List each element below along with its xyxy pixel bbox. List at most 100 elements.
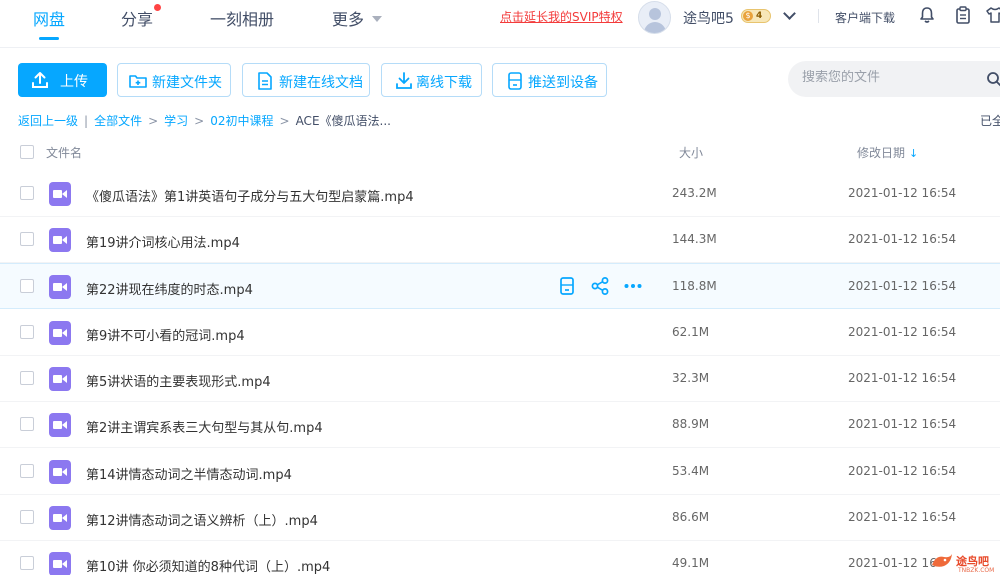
column-header-name[interactable]: 文件名 (46, 144, 82, 161)
row-checkbox[interactable] (20, 510, 34, 524)
breadcrumb-junior-course[interactable]: 02初中课程 (210, 114, 273, 128)
table-row[interactable]: 第14讲情态动词之半情态动词.mp4 53.4M 2021-01-12 16:5… (0, 449, 1000, 495)
new-online-doc-label: 新建在线文档 (279, 75, 363, 91)
more-icon[interactable] (623, 276, 643, 296)
table-row[interactable]: 第2讲主谓宾系表三大句型与其从句.mp4 88.9M 2021-01-12 16… (0, 402, 1000, 448)
search-input[interactable] (802, 70, 982, 85)
file-name[interactable]: 第5讲状语的主要表现形式.mp4 (86, 371, 271, 390)
avatar[interactable] (638, 1, 671, 34)
tab-netdisk[interactable]: 网盘 (33, 6, 66, 40)
breadcrumb-separator: > (194, 114, 205, 128)
svip-renew-link[interactable]: 点击延长我的SVIP特权 (500, 8, 623, 25)
video-file-icon (49, 367, 71, 391)
column-header-modified[interactable]: 修改日期 ↓ (857, 144, 918, 161)
row-checkbox[interactable] (20, 417, 34, 431)
tab-more[interactable]: 更多 (332, 6, 383, 30)
video-file-icon (49, 182, 71, 206)
file-name[interactable]: 第19讲介词核心用法.mp4 (86, 232, 240, 251)
breadcrumb-back[interactable]: 返回上一级 (18, 114, 78, 128)
table-row[interactable]: 第10讲 你必须知道的8种代词（上）.mp4 49.1M 2021-01-12 … (0, 541, 1000, 575)
file-date: 2021-01-12 16:54 (848, 417, 957, 431)
breadcrumb-separator: > (148, 114, 159, 128)
shirt-icon[interactable] (986, 6, 1000, 24)
file-size: 62.1M (672, 325, 710, 339)
bird-logo-icon (932, 554, 952, 567)
table-row[interactable]: 第5讲状语的主要表现形式.mp4 32.3M 2021-01-12 16:54 (0, 356, 1000, 402)
column-header-size[interactable]: 大小 (679, 144, 703, 161)
push-to-device-button[interactable]: 推送到设备 (492, 63, 607, 97)
breadcrumb-study[interactable]: 学习 (164, 114, 188, 128)
notification-dot (154, 4, 162, 11)
username[interactable]: 途鸟吧5 (683, 8, 734, 28)
table-row[interactable]: 第12讲情态动词之语义辨析（上）.mp4 86.6M 2021-01-12 16… (0, 495, 1000, 541)
video-file-icon (49, 506, 71, 530)
search-box (788, 61, 1000, 97)
new-folder-label: 新建文件夹 (152, 75, 222, 91)
new-folder-button[interactable]: 新建文件夹 (117, 63, 231, 97)
file-name[interactable]: 第10讲 你必须知道的8种代词（上）.mp4 (86, 556, 330, 575)
table-row[interactable]: 第9讲不可小看的冠词.mp4 62.1M 2021-01-12 16:54 (0, 310, 1000, 356)
video-file-icon (49, 321, 71, 345)
clipboard-icon[interactable] (954, 6, 972, 24)
offline-download-button[interactable]: 离线下载 (381, 63, 482, 97)
row-checkbox[interactable] (20, 371, 34, 385)
breadcrumb-separator: | (84, 114, 89, 128)
new-online-doc-button[interactable]: 新建在线文档 (242, 63, 370, 97)
video-file-icon (49, 413, 71, 437)
file-name[interactable]: 第22讲现在纬度的时态.mp4 (86, 279, 253, 298)
push-device-icon[interactable] (557, 276, 577, 296)
table-row[interactable]: 第19讲介词核心用法.mp4 144.3M 2021-01-12 16:54 (0, 217, 1000, 263)
row-checkbox[interactable] (20, 464, 34, 478)
search-icon[interactable] (986, 71, 1000, 87)
upload-label: 上传 (60, 74, 88, 90)
file-name[interactable]: 第14讲情态动词之半情态动词.mp4 (86, 464, 292, 483)
row-checkbox[interactable] (20, 556, 34, 570)
file-name[interactable]: 第12讲情态动词之语义辨析（上）.mp4 (86, 510, 318, 529)
upload-button[interactable]: 上传 (18, 63, 107, 97)
file-date: 2021-01-12 16:54 (848, 279, 957, 293)
file-name[interactable]: 第2讲主谓宾系表三大句型与其从句.mp4 (86, 417, 323, 436)
tab-album[interactable]: 一刻相册 (210, 6, 274, 30)
row-checkbox[interactable] (20, 232, 34, 246)
push-to-device-label: 推送到设备 (528, 75, 598, 91)
tab-share[interactable]: 分享 (121, 4, 162, 30)
table-row[interactable]: 《傻瓜语法》第1讲英语句子成分与五大句型启蒙篇.mp4 243.2M 2021-… (0, 171, 1000, 217)
share-icon[interactable] (590, 276, 610, 296)
tab-share-label: 分享 (121, 10, 154, 29)
client-download-link[interactable]: 客户端下载 (835, 9, 895, 26)
bell-icon[interactable] (918, 6, 936, 24)
row-checkbox[interactable] (20, 279, 34, 293)
file-date: 2021-01-12 16 (848, 556, 937, 570)
sort-desc-icon[interactable]: ↓ (909, 147, 918, 160)
row-checkbox[interactable] (20, 186, 34, 200)
video-file-icon (49, 460, 71, 484)
watermark-subtext: TNBZK.COM (958, 567, 995, 574)
file-date: 2021-01-12 16:54 (848, 371, 957, 385)
vip-level: 4 (756, 11, 763, 21)
file-name[interactable]: 第9讲不可小看的冠词.mp4 (86, 325, 245, 344)
file-date: 2021-01-12 16:54 (848, 510, 957, 524)
breadcrumb-all-files[interactable]: 全部文件 (94, 114, 142, 128)
account-dropdown-icon[interactable] (783, 7, 796, 20)
file-size: 118.8M (672, 279, 717, 293)
file-date: 2021-01-12 16:54 (848, 464, 957, 478)
device-icon (508, 72, 522, 90)
vip-level-badge: $ 4 (741, 9, 771, 23)
file-name[interactable]: 《傻瓜语法》第1讲英语句子成分与五大句型启蒙篇.mp4 (86, 186, 414, 205)
tab-more-label: 更多 (332, 10, 365, 29)
tab-netdisk-label: 网盘 (33, 10, 66, 29)
file-size: 53.4M (672, 464, 710, 478)
column-header-modified-label: 修改日期 (857, 146, 906, 160)
loaded-status: 已全 (980, 114, 1000, 128)
caret-down-icon (372, 16, 383, 22)
video-file-icon (49, 552, 71, 575)
file-size: 32.3M (672, 371, 710, 385)
breadcrumb-separator: > (279, 114, 290, 128)
table-row[interactable]: 第22讲现在纬度的时态.mp4 118.8M 2021-01-12 16:54 (0, 263, 1000, 309)
file-date: 2021-01-12 16:54 (848, 232, 957, 246)
upload-icon (32, 72, 48, 88)
coin-icon: $ (743, 11, 753, 21)
row-checkbox[interactable] (20, 325, 34, 339)
select-all-checkbox[interactable] (20, 145, 34, 159)
video-file-icon (49, 275, 71, 299)
